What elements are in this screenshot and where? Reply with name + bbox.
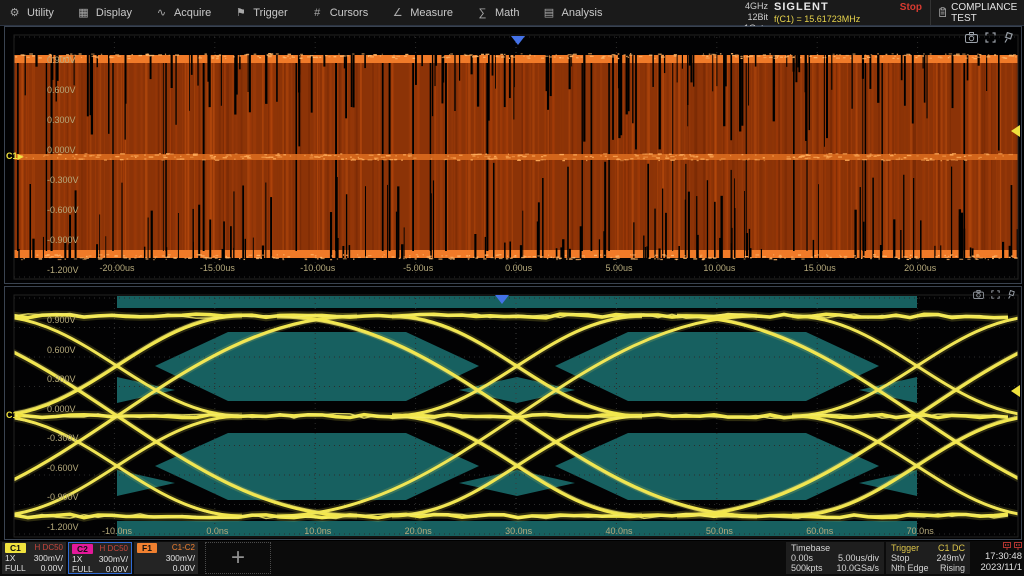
channel-descriptor-c1[interactable]: C1 H DC50 1X 300mV/ FULL 0.00V bbox=[2, 542, 66, 574]
cursors-icon: # bbox=[311, 7, 324, 19]
add-channel-button[interactable]: + bbox=[205, 542, 271, 574]
menu-item-label: Utility bbox=[27, 7, 54, 19]
expand-icon[interactable] bbox=[991, 290, 1000, 299]
c2-coupling: H DC50 bbox=[100, 544, 128, 554]
c1-coupling: H DC50 bbox=[35, 543, 63, 553]
expand-icon[interactable] bbox=[985, 32, 996, 43]
display-icon: ▦ bbox=[77, 6, 90, 19]
menu-bar: ⚙ Utility ▦ Display ∿ Acquire ⚑ Trigger # Cursors… bbox=[0, 0, 1024, 26]
network-status-icons[interactable] bbox=[972, 542, 1022, 551]
camera-icon[interactable] bbox=[973, 290, 984, 299]
c1-scale: 300mV/ bbox=[34, 553, 63, 563]
clipboard-icon bbox=[939, 6, 946, 19]
gear-icon: ⚙ bbox=[8, 6, 21, 19]
f1-offset: 0.00V bbox=[173, 563, 195, 573]
c1-bandwidth: FULL bbox=[5, 563, 26, 573]
c1-position-marker-plot2[interactable]: C1▶ bbox=[6, 410, 24, 421]
trigger-type: Nth Edge bbox=[891, 563, 929, 573]
menu-item-label: Analysis bbox=[561, 7, 602, 19]
timebase-delay: 0.00s bbox=[791, 553, 813, 563]
frequency-counter: f(C1) = 15.61723MHz bbox=[774, 14, 926, 24]
menu-item-label: Measure bbox=[410, 7, 453, 19]
c2-badge: C2 bbox=[72, 544, 93, 554]
trigger-level-marker-plot2[interactable] bbox=[1011, 385, 1020, 397]
c2-bandwidth: FULL bbox=[72, 564, 93, 574]
c2-scale: 300mV/ bbox=[99, 554, 128, 564]
menu-item-display[interactable]: ▦ Display bbox=[77, 6, 132, 19]
f1-badge: F1 bbox=[137, 543, 157, 553]
f1-source: C1-C2 bbox=[172, 543, 195, 553]
status-bar: C1 H DC50 1X 300mV/ FULL 0.00V C2 H DC50 1… bbox=[0, 541, 1024, 576]
timebase-scale: 5.00us/div bbox=[838, 553, 879, 563]
clock-time: 17:30:48 bbox=[972, 551, 1022, 562]
trigger-title: Trigger bbox=[891, 543, 919, 553]
trigger-panel[interactable]: Trigger C1 DC Stop 249mV Nth Edge Rising bbox=[886, 542, 970, 574]
menu-item-label: Cursors bbox=[330, 7, 369, 19]
menu-item-label: Math bbox=[495, 7, 519, 19]
camera-icon[interactable] bbox=[965, 32, 978, 43]
lan-icon bbox=[1003, 542, 1011, 550]
clock-date: 2023/11/1 bbox=[972, 562, 1022, 573]
timebase-rate: 10.0GSa/s bbox=[836, 563, 879, 573]
menu-item-cursors[interactable]: # Cursors bbox=[311, 7, 369, 19]
c1-attenuation: 1X bbox=[5, 553, 15, 563]
menu-item-math[interactable]: ∑ Math bbox=[476, 7, 519, 19]
pin-icon[interactable] bbox=[1007, 290, 1015, 299]
menu-item-analysis[interactable]: ▤ Analysis bbox=[542, 6, 602, 19]
c1-badge: C1 bbox=[5, 543, 26, 553]
analysis-icon: ▤ bbox=[542, 6, 555, 19]
oscilloscope-screen: ⚙ Utility ▦ Display ∿ Acquire ⚑ Trigger # Cursors… bbox=[0, 0, 1024, 576]
trigger-flag-icon: ⚑ bbox=[234, 6, 247, 19]
brand-block: SIGLENT Stop f(C1) = 15.61723MHz bbox=[774, 1, 926, 24]
c1-position-marker-plot1[interactable]: C1▶ bbox=[6, 151, 24, 162]
plot1-toolbar bbox=[965, 32, 1013, 43]
acquisition-status[interactable]: Stop bbox=[900, 2, 922, 13]
waveform-plot: 0.900V0.600V0.300V0.000V-0.300V-0.600V-0… bbox=[4, 26, 1022, 284]
measure-icon: ∠ bbox=[391, 6, 404, 19]
trigger-slope: Rising bbox=[940, 563, 965, 573]
menu-item-label: Display bbox=[96, 7, 132, 19]
eye-diagram-canvas bbox=[5, 287, 1021, 539]
trigger-level-marker-plot1[interactable] bbox=[1011, 125, 1020, 137]
acquire-wave-icon: ∿ bbox=[155, 6, 168, 19]
math-icon: ∑ bbox=[476, 7, 489, 19]
compliance-test-button[interactable]: COMPLIANCE TEST bbox=[930, 0, 1020, 25]
menu-item-acquire[interactable]: ∿ Acquire bbox=[155, 6, 211, 19]
clock-panel: 17:30:48 2023/11/1 bbox=[972, 542, 1022, 573]
trigger-status: Stop bbox=[891, 553, 910, 563]
channel-descriptor-c2[interactable]: C2 H DC50 1X 300mV/ FULL 0.00V bbox=[68, 542, 132, 574]
eye-diagram-plot: 0.900V0.600V0.300V0.000V-0.300V-0.600V-0… bbox=[4, 286, 1022, 540]
bandwidth-spec: 4GHz 12Bit bbox=[736, 1, 769, 23]
f1-scale: 300mV/ bbox=[166, 553, 195, 563]
timebase-title: Timebase bbox=[791, 543, 830, 553]
trigger-position-marker-plot1[interactable] bbox=[511, 36, 525, 45]
math-descriptor-f1[interactable]: F1 C1-C2 300mV/ 0.00V bbox=[134, 542, 198, 574]
plot2-toolbar bbox=[973, 290, 1015, 299]
menu-items: ⚙ Utility ▦ Display ∿ Acquire ⚑ Trigger # Cursors… bbox=[8, 0, 602, 25]
menu-item-measure[interactable]: ∠ Measure bbox=[391, 6, 453, 19]
menu-item-label: Acquire bbox=[174, 7, 211, 19]
pin-icon[interactable] bbox=[1003, 32, 1013, 43]
c2-attenuation: 1X bbox=[72, 554, 82, 564]
trigger-level: 249mV bbox=[936, 553, 965, 563]
compliance-test-label: COMPLIANCE TEST bbox=[951, 2, 1020, 24]
menu-item-trigger[interactable]: ⚑ Trigger bbox=[234, 6, 287, 19]
timebase-panel[interactable]: Timebase 0.00s 5.00us/div 500kpts 10.0GSa/… bbox=[786, 542, 884, 574]
trigger-source: C1 DC bbox=[938, 543, 965, 553]
c1-offset: 0.00V bbox=[41, 563, 63, 573]
menu-item-label: Trigger bbox=[253, 7, 287, 19]
c2-offset: 0.00V bbox=[106, 564, 128, 574]
trigger-position-marker-plot2[interactable] bbox=[495, 295, 509, 304]
usb-icon bbox=[1014, 542, 1022, 550]
timebase-points: 500kpts bbox=[791, 563, 823, 573]
menu-item-utility[interactable]: ⚙ Utility bbox=[8, 6, 54, 19]
brand-logo: SIGLENT bbox=[774, 1, 829, 13]
waveform-canvas bbox=[5, 27, 1021, 283]
